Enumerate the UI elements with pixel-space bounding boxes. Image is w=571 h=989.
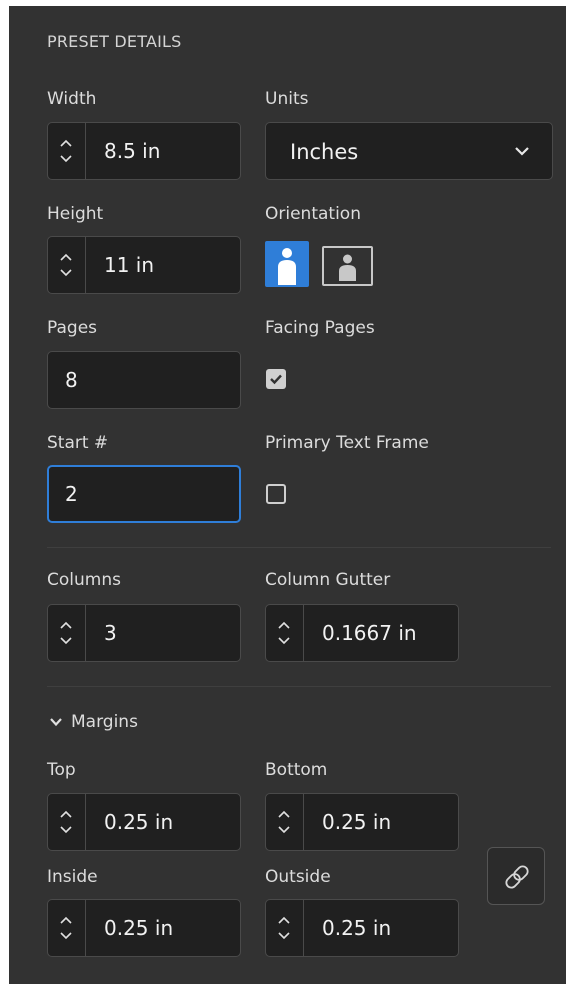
- margin-bottom-stepper[interactable]: [266, 794, 304, 850]
- checkmark-icon: [270, 374, 282, 385]
- margin-outside-label: Outside: [265, 867, 331, 887]
- column-gutter-label: Column Gutter: [265, 570, 391, 590]
- link-margins-button[interactable]: [487, 847, 545, 905]
- height-field[interactable]: 11 in: [47, 236, 241, 294]
- start-number-input[interactable]: 2: [47, 465, 241, 523]
- column-gutter-stepper[interactable]: [266, 605, 304, 661]
- margin-inside-stepper[interactable]: [48, 900, 86, 956]
- primary-text-frame-checkbox[interactable]: [266, 484, 286, 504]
- columns-stepper[interactable]: [48, 605, 86, 661]
- stepper-arrows-icon: [60, 916, 72, 940]
- width-field[interactable]: 8.5 in: [47, 122, 241, 180]
- margin-bottom-field[interactable]: 0.25 in: [265, 793, 459, 851]
- columns-label: Columns: [47, 570, 121, 590]
- margin-inside-value: 0.25 in: [104, 916, 174, 940]
- pages-input[interactable]: 8: [47, 351, 241, 409]
- margin-inside-field[interactable]: 0.25 in: [47, 899, 241, 957]
- margin-bottom-value: 0.25 in: [322, 810, 392, 834]
- landscape-person-icon: [339, 254, 356, 281]
- pages-label: Pages: [47, 318, 98, 338]
- start-number-label: Start #: [47, 433, 109, 453]
- columns-value: 3: [104, 621, 117, 645]
- pages-value: 8: [65, 368, 78, 392]
- facing-pages-label: Facing Pages: [265, 318, 375, 338]
- height-label: Height: [47, 204, 104, 224]
- stepper-arrows-icon: [60, 139, 72, 163]
- height-value: 11 in: [104, 253, 155, 277]
- units-value: Inches: [290, 140, 359, 164]
- units-label: Units: [265, 89, 309, 109]
- portrait-orientation-button[interactable]: [265, 241, 309, 287]
- height-stepper[interactable]: [48, 237, 86, 293]
- column-gutter-value: 0.1667 in: [322, 621, 417, 645]
- portrait-person-icon: [278, 248, 296, 285]
- margin-top-field[interactable]: 0.25 in: [47, 793, 241, 851]
- chevron-down-icon: [50, 718, 62, 727]
- stepper-arrows-icon: [60, 253, 72, 277]
- stepper-arrows-icon: [60, 810, 72, 834]
- margin-top-value: 0.25 in: [104, 810, 174, 834]
- facing-pages-checkbox[interactable]: [266, 369, 286, 389]
- margin-outside-stepper[interactable]: [266, 900, 304, 956]
- units-select[interactable]: Inches: [265, 122, 553, 180]
- width-stepper[interactable]: [48, 123, 86, 179]
- divider: [47, 686, 551, 687]
- chain-link-icon: [505, 865, 529, 889]
- landscape-orientation-button[interactable]: [322, 246, 373, 286]
- chevron-down-icon: [515, 147, 529, 156]
- primary-text-frame-label: Primary Text Frame: [265, 433, 429, 453]
- margin-outside-field[interactable]: 0.25 in: [265, 899, 459, 957]
- margin-top-label: Top: [47, 760, 76, 780]
- margin-outside-value: 0.25 in: [322, 916, 392, 940]
- stepper-arrows-icon: [278, 621, 290, 645]
- margin-bottom-label: Bottom: [265, 760, 328, 780]
- margin-inside-label: Inside: [47, 867, 98, 887]
- width-value: 8.5 in: [104, 139, 161, 163]
- margins-label: Margins: [71, 712, 138, 732]
- margin-top-stepper[interactable]: [48, 794, 86, 850]
- start-number-value: 2: [65, 482, 78, 506]
- section-title: PRESET DETAILS: [47, 32, 182, 51]
- width-label: Width: [47, 89, 97, 109]
- stepper-arrows-icon: [278, 810, 290, 834]
- orientation-label: Orientation: [265, 204, 361, 224]
- columns-field[interactable]: 3: [47, 604, 241, 662]
- divider: [47, 547, 551, 548]
- column-gutter-field[interactable]: 0.1667 in: [265, 604, 459, 662]
- stepper-arrows-icon: [60, 621, 72, 645]
- margins-section-toggle[interactable]: Margins: [49, 712, 138, 732]
- stepper-arrows-icon: [278, 916, 290, 940]
